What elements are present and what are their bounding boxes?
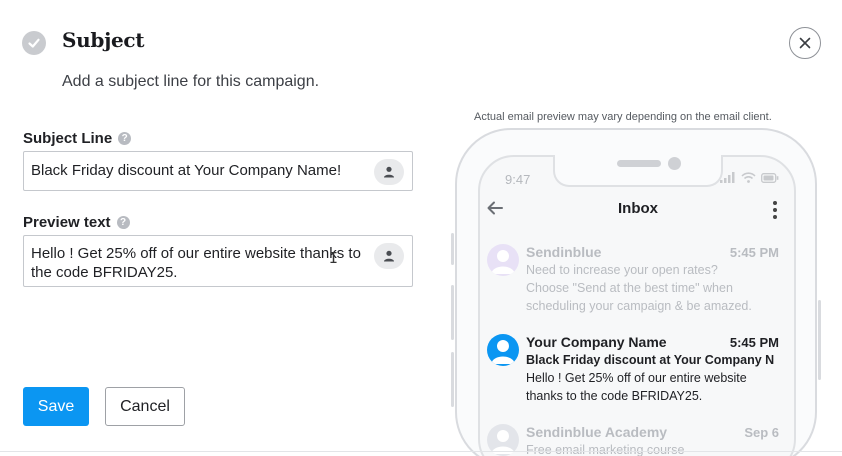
personalization-button[interactable] bbox=[374, 159, 404, 185]
phone-time: 9:47 bbox=[505, 172, 531, 187]
subject-line-input[interactable]: Black Friday discount at Your Company Na… bbox=[23, 151, 413, 191]
preview-text-input[interactable]: Hello ! Get 25% off of our entire websit… bbox=[23, 235, 413, 287]
more-vertical-icon[interactable] bbox=[773, 201, 777, 219]
phone-camera bbox=[668, 157, 681, 170]
email-snippet: Hello ! Get 25% off of our entire websit… bbox=[526, 371, 747, 385]
email-snippet: Free email marketing course bbox=[526, 443, 685, 456]
person-icon bbox=[491, 340, 515, 364]
phone-speaker bbox=[617, 160, 661, 167]
signal-icon bbox=[720, 172, 735, 183]
wifi-icon bbox=[741, 172, 756, 183]
preview-text-value: Hello ! Get 25% off of our entire websit… bbox=[31, 245, 366, 281]
phone-status-bar bbox=[720, 172, 779, 183]
email-sender: Your Company Name bbox=[526, 334, 667, 350]
close-icon bbox=[799, 37, 811, 49]
person-icon bbox=[384, 166, 394, 178]
preview-text-label-text: Preview text bbox=[23, 214, 111, 231]
save-button[interactable]: Save bbox=[23, 387, 89, 426]
close-button[interactable] bbox=[789, 27, 821, 59]
email-snippet: Need to increase your open rates? bbox=[526, 263, 718, 277]
help-icon[interactable]: ? bbox=[116, 216, 130, 229]
person-icon bbox=[384, 250, 394, 262]
phone-side-button bbox=[451, 352, 454, 407]
page-subtitle: Add a subject line for this campaign. bbox=[62, 73, 320, 90]
email-time: 5:45 PM bbox=[729, 335, 779, 350]
subject-line-label: Subject Line ? bbox=[23, 130, 132, 147]
inbox-title: Inbox bbox=[618, 200, 658, 217]
subject-line-value: Black Friday discount at Your Company Na… bbox=[31, 162, 342, 179]
email-time: 5:45 PM bbox=[729, 245, 779, 260]
avatar bbox=[487, 334, 519, 366]
email-subject: Black Friday discount at Your Company N bbox=[526, 353, 775, 367]
phone-side-button bbox=[451, 233, 454, 265]
email-snippet: thanks to the code BFRIDAY25. bbox=[526, 389, 703, 403]
phone-side-button bbox=[451, 285, 454, 340]
email-sender: Sendinblue bbox=[526, 244, 602, 260]
page-title: Subject bbox=[62, 28, 145, 52]
text-cursor-icon: I bbox=[329, 249, 339, 267]
phone-side-button bbox=[818, 300, 821, 380]
divider bbox=[0, 451, 842, 452]
check-circle-icon bbox=[22, 31, 46, 55]
email-sender: Sendinblue Academy bbox=[526, 424, 668, 440]
person-icon bbox=[491, 250, 515, 274]
preview-notice: Actual email preview may vary depending … bbox=[474, 111, 772, 123]
email-time: Sep 6 bbox=[744, 425, 779, 440]
avatar bbox=[487, 244, 519, 276]
help-icon[interactable]: ? bbox=[118, 132, 132, 145]
battery-icon bbox=[761, 173, 779, 183]
email-snippet: scheduling your campaign & be amazed. bbox=[526, 299, 752, 313]
subject-line-label-text: Subject Line bbox=[23, 130, 113, 147]
personalization-button[interactable] bbox=[374, 243, 404, 269]
back-arrow-icon[interactable] bbox=[486, 200, 504, 216]
preview-text-label: Preview text ? bbox=[23, 214, 130, 231]
email-snippet: Choose "Send at the best time" when bbox=[526, 281, 733, 295]
cancel-button[interactable]: Cancel bbox=[105, 387, 185, 426]
